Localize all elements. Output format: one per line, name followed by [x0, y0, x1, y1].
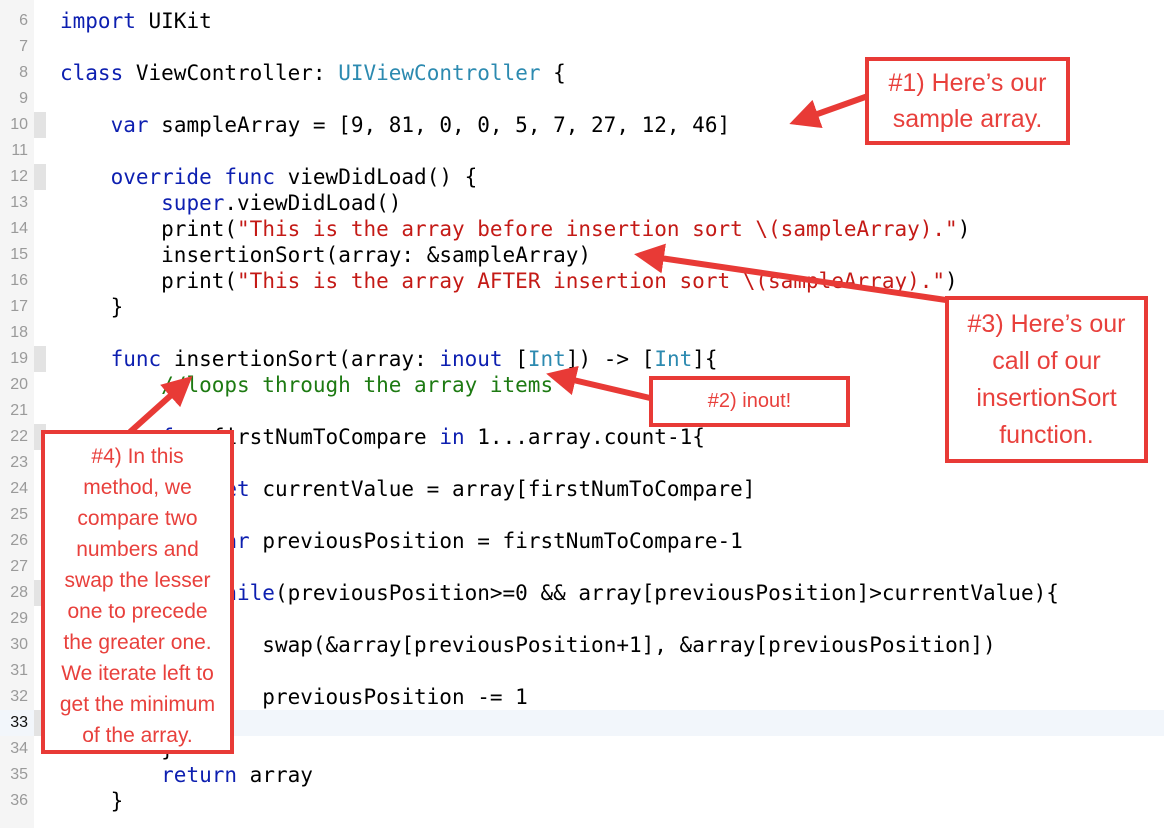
line-number: 6	[19, 12, 28, 29]
code-text: var sampleArray = [9, 81, 0, 0, 5, 7, 27…	[110, 113, 731, 137]
line-number: 30	[10, 636, 28, 653]
code-line[interactable]: 12 override func viewDidLoad() {	[0, 164, 1164, 190]
callout-text: #2) inout!	[707, 390, 792, 412]
callout-text: swap the lesser	[64, 569, 211, 592]
line-number: 27	[10, 558, 28, 575]
line-number: 33	[10, 714, 28, 731]
line-number: 26	[10, 532, 28, 549]
line-number: 10	[10, 116, 28, 133]
callout-sample-array: #1) Here’s our sample array.	[865, 57, 1070, 145]
callout-text: compare two	[77, 507, 198, 530]
code-text: class ViewController: UIViewController {	[60, 61, 566, 85]
callout-text: We iterate left to	[61, 662, 214, 685]
line-number: 16	[10, 272, 28, 289]
line-number: 21	[10, 402, 28, 419]
code-text: print("This is the array AFTER insertion…	[161, 269, 958, 293]
callout-inout: #2) inout!	[649, 376, 850, 427]
callout-text: numbers and	[76, 538, 199, 561]
code-text: }	[60, 295, 124, 319]
line-number: 24	[10, 480, 28, 497]
callout-text: of the array.	[82, 724, 193, 747]
code-line[interactable]: 35 return array	[0, 762, 1164, 788]
callout-text: the greater one.	[63, 631, 212, 654]
callout-text: #1) Here’s our	[888, 69, 1047, 97]
callout-text: one to precede	[67, 600, 208, 623]
line-number: 9	[19, 90, 28, 107]
code-text: import UIKit	[60, 9, 212, 33]
line-number: 13	[10, 194, 28, 211]
callout-text: #3) Here’s our	[967, 310, 1126, 338]
line-number: 25	[10, 506, 28, 523]
line-number: 23	[10, 454, 28, 471]
code-line[interactable]: 15 insertionSort(array: &sampleArray)	[0, 242, 1164, 268]
code-line[interactable]: 14 print("This is the array before inser…	[0, 216, 1164, 242]
change-marker	[34, 164, 46, 190]
callout-function-call: #3) Here’s our call of our insertionSort…	[945, 296, 1148, 463]
callout-text: #4) In this	[91, 445, 184, 468]
line-number: 12	[10, 168, 28, 185]
line-number: 17	[10, 298, 28, 315]
code-text: }	[60, 789, 124, 813]
change-marker	[34, 112, 46, 138]
line-number: 34	[10, 740, 28, 757]
line-number: 29	[10, 610, 28, 627]
line-number: 35	[10, 766, 28, 783]
code-text: return array	[161, 763, 313, 787]
line-number: 22	[10, 428, 28, 445]
code-line[interactable]: 6 import UIKit	[0, 8, 1164, 34]
line-number: 28	[10, 584, 28, 601]
line-number: 11	[11, 142, 28, 159]
line-number: 32	[10, 688, 28, 705]
line-number: 14	[10, 220, 28, 237]
code-text: insertionSort(array: &sampleArray)	[161, 243, 592, 267]
line-number: 31	[10, 662, 28, 679]
line-number: 18	[10, 324, 28, 341]
callout-text: sample array.	[892, 105, 1043, 133]
callout-text: get the minimum	[59, 693, 216, 716]
callout-method-explanation: #4) In this method, we compare two numbe…	[41, 430, 234, 754]
line-number: 8	[19, 64, 28, 81]
code-text: override func viewDidLoad() {	[110, 165, 478, 189]
change-marker	[34, 346, 46, 372]
code-text: print("This is the array before insertio…	[161, 217, 971, 241]
code-text: func insertionSort(array: inout [Int]) -…	[110, 347, 718, 371]
code-line[interactable]: 36 }	[0, 788, 1164, 814]
line-number: 19	[10, 350, 28, 367]
line-number: 36	[10, 792, 28, 809]
line-number: 15	[10, 246, 28, 263]
callout-text: call of our	[992, 347, 1101, 375]
code-line[interactable]: 13 super.viewDidLoad()	[0, 190, 1164, 216]
line-number: 7	[19, 38, 28, 55]
callout-text: function.	[999, 421, 1094, 449]
line-number: 20	[10, 376, 28, 393]
code-text: super.viewDidLoad()	[161, 191, 402, 215]
callout-text: insertionSort	[976, 384, 1117, 412]
code-line[interactable]: 16 print("This is the array AFTER insert…	[0, 268, 1164, 294]
callout-text: method, we	[83, 476, 192, 499]
code-text: //loops through the array items	[161, 373, 554, 397]
